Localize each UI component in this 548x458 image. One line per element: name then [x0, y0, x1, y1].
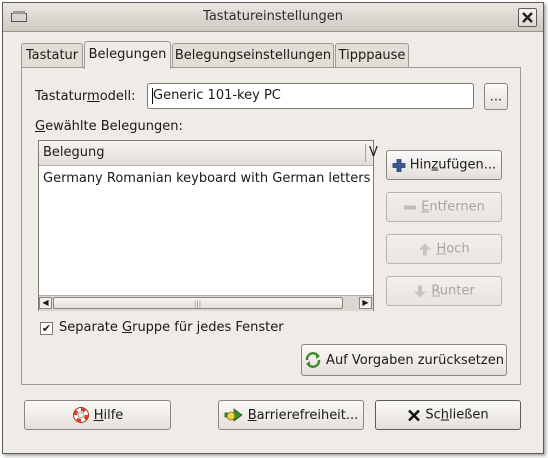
remove-icon	[404, 205, 417, 209]
column-header-v[interactable]: V	[369, 145, 378, 160]
selected-layouts-label: Gewählte Belegungen:	[35, 119, 183, 134]
arrow-down-icon	[414, 285, 427, 297]
scroll-left-icon[interactable]: ◀	[39, 297, 52, 309]
close-x-icon	[408, 409, 421, 421]
list-header[interactable]: Belegung V	[39, 141, 378, 166]
list-item[interactable]: Germany Romanian keyboard with German le…	[43, 171, 370, 186]
tab-belegungen[interactable]: Belegungen	[84, 41, 171, 69]
reset-defaults-button[interactable]: Auf Vorgaben zurücksetzen	[301, 344, 507, 376]
layouts-list[interactable]: Belegung V Germany Romanian keyboard wit…	[38, 140, 378, 311]
scroll-thumb[interactable]: |||	[53, 297, 343, 309]
tab-belegungseinstellungen[interactable]: Belegungseinstellungen	[172, 43, 334, 67]
accessibility-button[interactable]: Barrierefreiheit...	[218, 400, 364, 430]
down-button[interactable]: Runter	[386, 276, 502, 306]
separate-group-checkbox[interactable]: ✔	[40, 322, 53, 335]
close-icon[interactable]	[518, 8, 537, 27]
help-button[interactable]: Hilfe	[24, 400, 171, 430]
dialog-window: Tastatureinstellungen Tastatur Belegunge…	[2, 2, 544, 454]
browse-model-button[interactable]: ...	[484, 83, 508, 110]
remove-button[interactable]: Entfernen	[386, 192, 502, 222]
model-field[interactable]: Generic 101-key PC	[147, 83, 474, 109]
reset-icon	[305, 352, 321, 368]
model-label: Tastaturmodell:	[35, 89, 136, 104]
separate-group-label[interactable]: Separate Gruppe für jedes Fenster	[59, 320, 284, 335]
up-button[interactable]: Hoch	[386, 234, 502, 264]
close-button[interactable]: Schließen	[375, 400, 521, 430]
tab-tipppause[interactable]: Tipppause	[335, 43, 409, 67]
title-bar[interactable]: Tastatureinstellungen	[3, 3, 543, 32]
add-button[interactable]: Hinzufügen...	[386, 150, 502, 180]
window-title: Tastatureinstellungen	[203, 9, 343, 24]
lifebuoy-icon	[72, 407, 89, 423]
column-header-belegung[interactable]: Belegung	[43, 145, 105, 160]
arrow-up-icon	[419, 243, 432, 255]
accessibility-icon	[224, 408, 243, 422]
tab-tastatur[interactable]: Tastatur	[21, 43, 83, 67]
add-icon	[392, 158, 406, 172]
horizontal-scrollbar[interactable]: ◀ ||| ▶	[39, 295, 373, 311]
model-value: Generic 101-key PC	[153, 88, 281, 103]
scroll-right-icon[interactable]: ▶	[359, 297, 372, 309]
